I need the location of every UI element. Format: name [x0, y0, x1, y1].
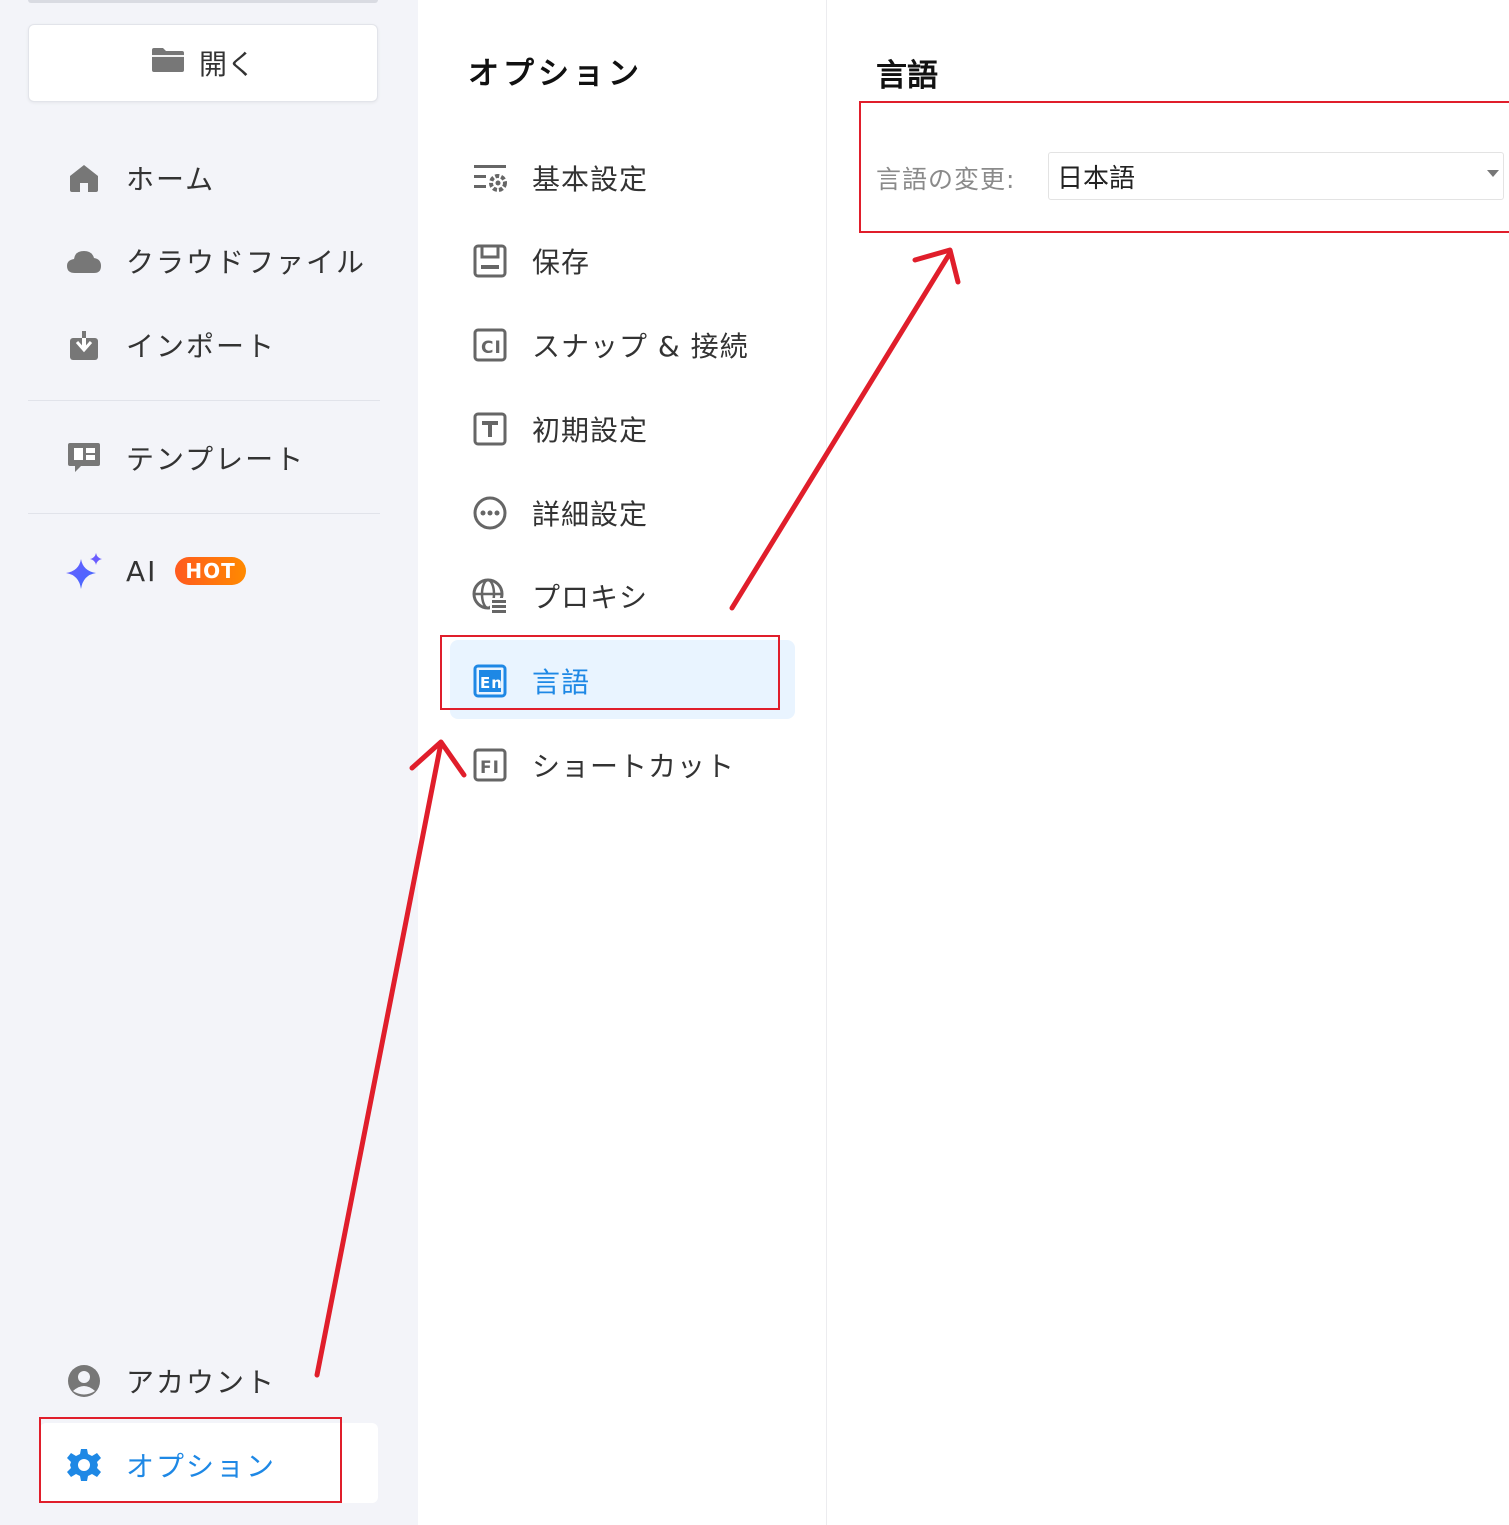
annotation-arrow-2: [729, 250, 953, 611]
annotation-arrows: [314, 247, 961, 1378]
annotation-arrow-1: [314, 740, 444, 1378]
